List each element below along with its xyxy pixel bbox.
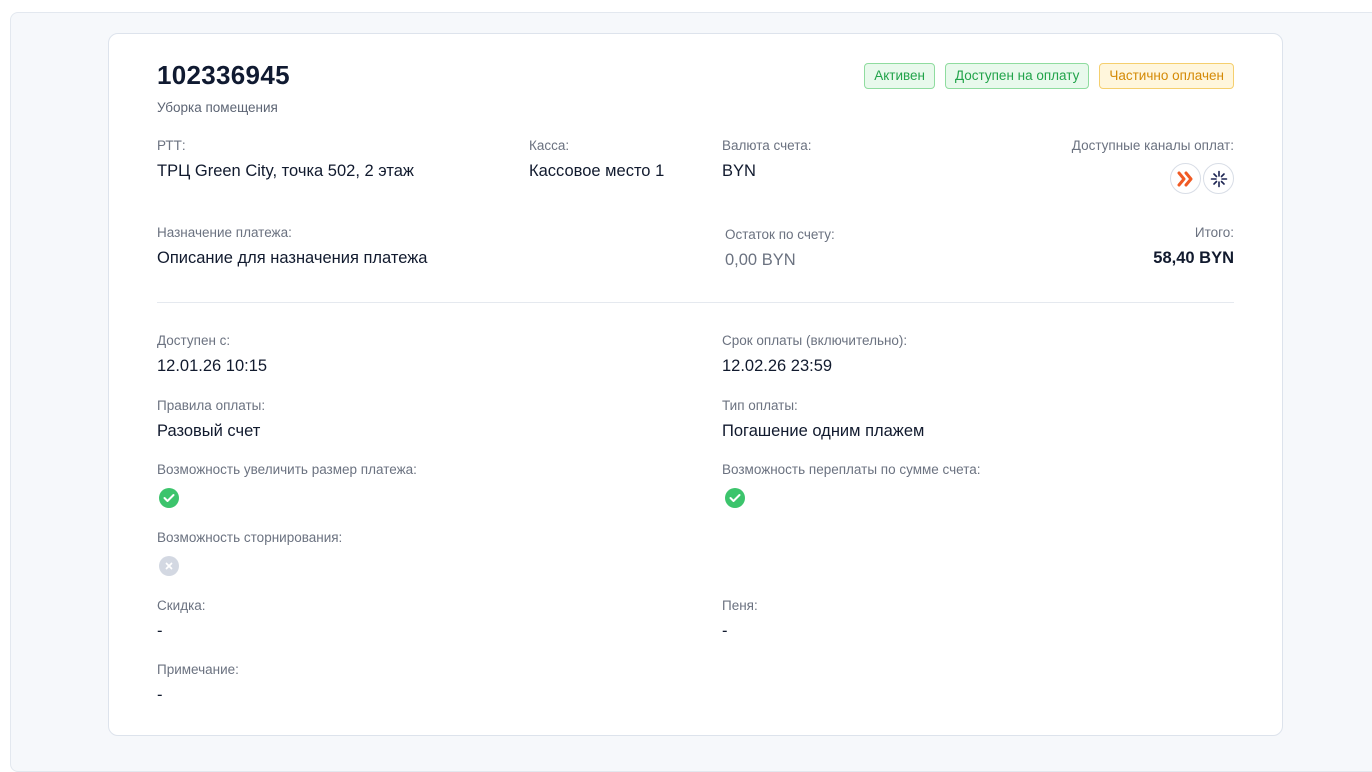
payment-channels [1170,163,1234,194]
rtt-label: РТТ: [157,138,186,153]
due-date-value: 12.02.26 23:59 [722,357,833,375]
available-from-value: 12.01.26 10:15 [157,357,268,375]
invoice-title: Уборка помещения [157,100,278,115]
note-value: - [157,686,163,704]
express-pay-icon[interactable] [1170,163,1201,194]
discount-label: Скидка: [157,598,206,613]
penalty-value: - [722,622,728,640]
section-divider [157,302,1234,303]
kassa-label: Касса: [529,138,570,153]
overpayment-label: Возможность переплаты по сумме счета: [722,462,981,477]
currency-value: BYN [722,162,756,180]
star-burst-icon[interactable] [1203,163,1234,194]
balance-value: 0,00 BYN [725,251,796,269]
payment-channels-label: Доступные каналы оплат: [1071,138,1234,153]
check-icon [159,488,179,508]
due-date-label: Срок оплаты (включительно): [722,333,908,348]
total-label: Итого: [1194,225,1234,240]
cross-icon [159,556,179,576]
payment-rules-value: Разовый счет [157,422,261,440]
note-label: Примечание: [157,662,239,677]
status-badge-active: Активен [864,63,935,89]
payment-type-value: Погашение одним плажем [722,422,925,440]
purpose-value: Описание для назначения платежа [157,249,428,267]
total-value: 58,40 BYN [1153,249,1234,267]
invoice-card: 102336945 Уборка помещения Активен Досту… [108,33,1283,736]
balance-label: Остаток по счету: [725,227,835,242]
payment-type-label: Тип оплаты: [722,398,798,413]
status-badge-available: Доступен на оплату [944,63,1090,89]
payment-rules-label: Правила оплаты: [157,398,266,413]
discount-value: - [157,622,163,640]
available-from-label: Доступен с: [157,333,231,348]
invoice-number: 102336945 [157,60,290,90]
status-badges: Активен Доступен на оплату Частично опла… [864,63,1234,89]
reversal-label: Возможность сторнирования: [157,530,343,545]
status-badge-partially-paid: Частично оплачен [1099,63,1234,89]
currency-label: Валюта счета: [722,138,812,153]
increase-payment-label: Возможность увеличить размер платежа: [157,462,417,477]
purpose-label: Назначение платежа: [157,225,292,240]
check-icon [725,488,745,508]
penalty-label: Пеня: [722,598,758,613]
rtt-value: ТРЦ Green City, точка 502, 2 этаж [157,162,414,180]
kassa-value: Кассовое место 1 [529,162,665,180]
